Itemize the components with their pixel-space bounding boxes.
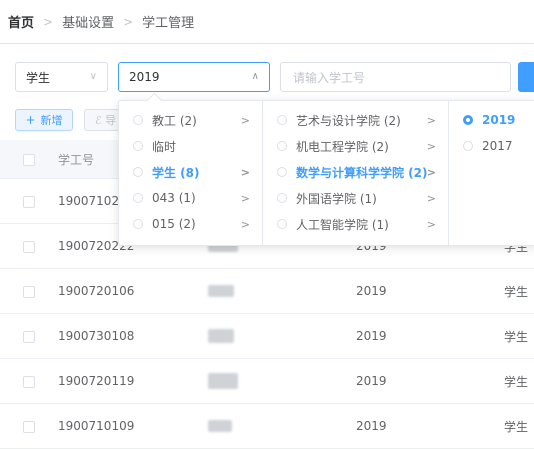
radio-icon[interactable] (133, 193, 143, 203)
cascader-menu-level1: 教工 (2) > 临时 学生 (8) > 043 (1) > 015 (2) > (119, 101, 263, 245)
option-label: 临时 (152, 139, 177, 154)
option-label: 人工智能学院 (1) (296, 217, 389, 232)
table-row[interactable]: 1900720106 2019 学生 (0, 269, 534, 314)
year-cascader-value: 2019 (129, 70, 160, 84)
radio-icon[interactable] (277, 167, 287, 177)
breadcrumb-level2: 学工管理 (142, 16, 195, 31)
option-label: 043 (1) (152, 191, 196, 205)
chevron-down-icon: ∨ (89, 71, 97, 82)
row-type: 学生 (504, 419, 529, 434)
option-label: 2017 (482, 139, 513, 153)
radio-checked-icon[interactable] (463, 115, 473, 125)
option-label: 015 (2) (152, 217, 196, 231)
radio-icon[interactable] (463, 141, 473, 151)
row-name-redacted (208, 269, 234, 313)
radio-icon[interactable] (277, 115, 287, 125)
table-row[interactable]: 1900720119 2019 学生 (0, 359, 534, 404)
cascader-option[interactable]: 机电工程学院 (2) > (263, 133, 448, 159)
cascader-option[interactable]: 艺术与设计学院 (2) > (263, 107, 448, 133)
radio-icon[interactable] (133, 141, 143, 151)
add-button[interactable]: + 新增 (15, 109, 73, 131)
row-name-redacted (208, 359, 238, 403)
chevron-right-icon: > (426, 139, 436, 153)
table-row[interactable]: 1900710109 2019 学生 (0, 404, 534, 449)
cascader-option[interactable]: 043 (1) > (119, 185, 262, 211)
breadcrumb-level1[interactable]: 基础设置 (62, 12, 114, 31)
plus-icon: + (25, 113, 36, 127)
option-label: 2019 (482, 113, 516, 127)
cascader-dropdown: 教工 (2) > 临时 学生 (8) > 043 (1) > 015 (2) >… (118, 100, 534, 246)
select-all-checkbox[interactable] (23, 154, 35, 166)
category-select-value: 学生 (26, 70, 51, 85)
cascader-option[interactable]: 临时 (119, 133, 262, 159)
row-checkbox[interactable] (23, 196, 35, 208)
cascader-option-selected[interactable]: 2019 (449, 107, 534, 133)
option-label: 数学与计算科学学院 (2) (296, 165, 428, 180)
cascader-option[interactable]: 人工智能学院 (1) > (263, 211, 448, 237)
option-label: 机电工程学院 (2) (296, 139, 389, 154)
chevron-right-icon: > (240, 217, 250, 231)
row-name-redacted (208, 404, 232, 448)
row-id: 1900720106 (58, 284, 135, 298)
chevron-right-icon: > (123, 14, 134, 29)
row-id: 1900720119 (58, 374, 135, 388)
chevron-right-icon: > (426, 191, 436, 205)
option-label: 艺术与设计学院 (2) (296, 113, 401, 128)
radio-icon[interactable] (277, 219, 287, 229)
option-label: 教工 (2) (152, 113, 197, 128)
secondary-button-label: ℰ 导 (95, 114, 117, 127)
year-cascader-input[interactable]: 2019 ∧ (118, 62, 270, 92)
chevron-right-icon: > (426, 217, 436, 231)
row-checkbox[interactable] (23, 421, 35, 433)
row-checkbox[interactable] (23, 286, 35, 298)
chevron-up-icon: ∧ (251, 71, 259, 82)
row-checkbox[interactable] (23, 331, 35, 343)
row-id: 1900730108 (58, 329, 135, 343)
option-label: 外国语学院 (1) (296, 191, 377, 206)
row-year: 2019 (356, 329, 387, 343)
radio-icon[interactable] (133, 167, 143, 177)
chevron-right-icon: > (426, 165, 436, 179)
radio-icon[interactable] (133, 219, 143, 229)
search-input[interactable]: 请输入学工号 (280, 62, 511, 92)
row-checkbox[interactable] (23, 376, 35, 388)
row-year: 2019 (356, 419, 387, 433)
chevron-right-icon: > (43, 14, 54, 29)
row-type: 学生 (504, 374, 529, 389)
radio-icon[interactable] (277, 141, 287, 151)
cascader-menu-level2: 艺术与设计学院 (2) > 机电工程学院 (2) > 数学与计算科学学院 (2)… (263, 101, 449, 245)
table-row[interactable]: 1900730108 2019 学生 (0, 314, 534, 359)
row-checkbox[interactable] (23, 241, 35, 253)
radio-icon[interactable] (277, 193, 287, 203)
row-year: 2019 (356, 374, 387, 388)
search-input-placeholder: 请输入学工号 (293, 70, 366, 85)
add-button-label: 新增 (40, 114, 63, 127)
row-year: 2019 (356, 284, 387, 298)
cascader-option-selected[interactable]: 数学与计算科学学院 (2) > (263, 159, 448, 185)
row-type: 学生 (504, 284, 529, 299)
cascader-menu-level3: 2019 2017 (449, 101, 534, 245)
option-label: 学生 (8) (152, 165, 200, 180)
cascader-option[interactable]: 015 (2) > (119, 211, 262, 237)
search-button[interactable] (518, 62, 534, 92)
radio-icon[interactable] (133, 115, 143, 125)
row-type: 学生 (504, 329, 529, 344)
chevron-right-icon: > (240, 191, 250, 205)
breadcrumb: 首页 > 基础设置 > 学工管理 (0, 0, 534, 44)
chevron-right-icon: > (426, 113, 436, 127)
cascader-option-selected[interactable]: 学生 (8) > (119, 159, 262, 185)
cascader-option[interactable]: 2017 (449, 133, 534, 159)
row-id: 1900710109 (58, 419, 135, 433)
cascader-option[interactable]: 教工 (2) > (119, 107, 262, 133)
row-name-redacted (208, 314, 234, 358)
chevron-right-icon: > (240, 165, 250, 179)
category-select[interactable]: 学生 ∨ (15, 62, 108, 92)
breadcrumb-home[interactable]: 首页 (8, 12, 34, 31)
cascader-option[interactable]: 外国语学院 (1) > (263, 185, 448, 211)
chevron-right-icon: > (240, 113, 250, 127)
column-header-id: 学工号 (58, 152, 95, 167)
